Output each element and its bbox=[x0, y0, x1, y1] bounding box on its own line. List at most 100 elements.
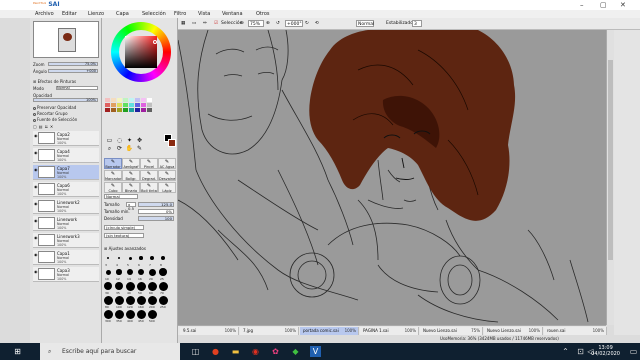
visibility-eye-icon[interactable]: ◉ bbox=[34, 167, 38, 172]
brush-mode-select[interactable]: Normal bbox=[104, 194, 138, 199]
minimize-icon[interactable]: – bbox=[580, 1, 584, 9]
visibility-eye-icon[interactable]: ◉ bbox=[34, 133, 38, 138]
brush-size-preset[interactable] bbox=[125, 295, 135, 305]
eyedropper-icon[interactable]: ✎ bbox=[135, 145, 144, 153]
color-swatch[interactable] bbox=[111, 108, 116, 112]
rotate-tool-icon[interactable]: ⟳ bbox=[115, 145, 124, 153]
color-swatch[interactable] bbox=[135, 98, 140, 102]
brush-size-preset[interactable] bbox=[148, 268, 156, 276]
taskbar-clock[interactable]: 13:09 04/02/2020 bbox=[591, 345, 620, 357]
menu-0[interactable]: Archivo bbox=[35, 11, 54, 17]
lasso-tool-icon[interactable]: ◌ bbox=[115, 137, 124, 145]
rotation-field[interactable]: +000° bbox=[285, 20, 303, 27]
menu-1[interactable]: Editar bbox=[62, 11, 77, 17]
brush-tool-button[interactable]: ✎ AC Agua bbox=[158, 158, 176, 169]
visibility-eye-icon[interactable]: ◉ bbox=[34, 218, 38, 223]
brush-tool-button[interactable]: ✎ Lápiz bbox=[158, 182, 176, 193]
brush-tool-button[interactable]: ✎ Binario bbox=[122, 182, 140, 193]
brush-tool-button[interactable]: ✎ Boli tinta bbox=[140, 182, 158, 193]
deselect-icon[interactable]: ▭ bbox=[192, 20, 196, 27]
layer-opacity-slider[interactable]: 100% bbox=[33, 98, 98, 102]
selection-source-option[interactable]: Fuente de Selección bbox=[33, 117, 77, 122]
brush-tool-button[interactable]: ✎ Cubo bbox=[104, 182, 122, 193]
min-size-slider[interactable]: 0% bbox=[138, 209, 174, 214]
menu-6[interactable]: Vista bbox=[198, 11, 210, 17]
brush-size-preset[interactable] bbox=[105, 269, 111, 275]
brush-size-preset[interactable] bbox=[117, 256, 121, 260]
brush-shape-select[interactable]: (círculo simple) bbox=[104, 225, 144, 230]
color-swatch[interactable] bbox=[123, 108, 128, 112]
file-tab[interactable]: rouen.sai 100% bbox=[544, 327, 607, 335]
color-swatch[interactable] bbox=[117, 103, 122, 107]
zoom-in-icon[interactable]: ⊕ bbox=[266, 20, 270, 27]
visibility-eye-icon[interactable]: ◉ bbox=[34, 150, 38, 155]
menu-2[interactable]: Lienzo bbox=[88, 11, 104, 17]
brush-size-preset[interactable] bbox=[139, 256, 143, 260]
system-tray-icons[interactable]: ⌃ bbox=[560, 346, 571, 357]
notifications-icon[interactable]: ▭ bbox=[628, 346, 639, 357]
color-swatch[interactable] bbox=[105, 108, 110, 112]
layer-row[interactable]: ◉ Lineswork Normal 100% bbox=[33, 216, 99, 231]
brush-tool-button[interactable]: ✎ Pincel bbox=[140, 158, 158, 169]
layer-row[interactable]: ◉ Capa3 Normal 100% bbox=[33, 267, 99, 282]
brush-size-preset[interactable] bbox=[150, 256, 154, 260]
layer-row[interactable]: ◉ Capa2 Normal 100% bbox=[33, 131, 99, 146]
brush-size-preset[interactable] bbox=[136, 295, 146, 305]
menu-3[interactable]: Capa bbox=[116, 11, 129, 17]
color-swatch[interactable] bbox=[141, 108, 146, 112]
rotate-left-icon[interactable]: ↺ bbox=[276, 20, 280, 27]
layer-row[interactable]: ◉ Capa1 Normal 100% bbox=[33, 250, 99, 265]
brush-size-preset[interactable] bbox=[158, 281, 168, 291]
layer-row[interactable]: ◉ Lineswork2 Normal 100% bbox=[33, 199, 99, 214]
file-tab[interactable]: portada comic.sai 100% bbox=[300, 327, 359, 335]
brush-size-preset[interactable] bbox=[104, 282, 112, 290]
visibility-eye-icon[interactable]: ◉ bbox=[34, 252, 38, 257]
color-swatch[interactable] bbox=[135, 108, 140, 112]
swatch-palette[interactable] bbox=[105, 98, 163, 122]
brush-tool-button[interactable]: ✎ Aerógraf bbox=[122, 158, 140, 169]
brush-size-preset[interactable] bbox=[147, 309, 157, 319]
delete-layer-icon[interactable]: ✕ bbox=[50, 124, 55, 129]
brush-size-preset[interactable] bbox=[136, 309, 146, 319]
color-swatch[interactable] bbox=[129, 98, 134, 102]
secondary-color-swatch[interactable] bbox=[168, 139, 176, 147]
file-tab[interactable]: 9.5.sai 100% bbox=[180, 327, 239, 335]
file-explorer-icon[interactable]: ▬ bbox=[230, 346, 241, 357]
brush-size-preset[interactable] bbox=[159, 268, 167, 276]
color-swatch[interactable] bbox=[147, 98, 152, 102]
brush-size-preset[interactable] bbox=[147, 281, 157, 291]
zoom-tool-icon[interactable]: ⌕ bbox=[105, 145, 114, 153]
brush-size-preset[interactable] bbox=[114, 309, 124, 319]
scrollbar-thumb[interactable] bbox=[608, 60, 613, 260]
brush-size-preset[interactable] bbox=[158, 295, 168, 305]
stabilizer-select[interactable]: 3 bbox=[412, 20, 422, 27]
color-swatch[interactable] bbox=[105, 103, 110, 107]
file-tab[interactable]: 7.jpg 100% bbox=[240, 327, 299, 335]
flip-icon[interactable]: ⇔ bbox=[203, 20, 207, 27]
color-swatch[interactable] bbox=[117, 108, 122, 112]
color-swatch[interactable] bbox=[111, 103, 116, 107]
angle-slider[interactable]: +000 bbox=[48, 69, 98, 73]
color-swatch[interactable] bbox=[105, 98, 110, 102]
task-view-icon[interactable]: ◫ bbox=[190, 346, 201, 357]
brush-tool-button[interactable]: ✎ Bolígr. bbox=[122, 170, 140, 181]
selection-tool-icon[interactable]: ▭ bbox=[105, 137, 114, 145]
color-swatch[interactable] bbox=[141, 103, 146, 107]
brush-size-preset[interactable] bbox=[137, 268, 145, 276]
hand-tool-icon[interactable]: ✋ bbox=[125, 145, 134, 153]
zoom-level-field[interactable]: 75% bbox=[248, 20, 264, 27]
taskbar-search[interactable]: ⌕ Escribe aquí para buscar bbox=[40, 343, 180, 360]
clip-group-option[interactable]: Recortar Grupo bbox=[33, 111, 68, 116]
brush-size-preset[interactable] bbox=[128, 256, 132, 260]
zoom-out-icon[interactable]: ⊖ bbox=[240, 20, 244, 27]
brush-size-preset[interactable] bbox=[103, 295, 113, 305]
layer-row[interactable]: ◉ Lineswork3 Normal 100% bbox=[33, 233, 99, 248]
color-wheel[interactable] bbox=[111, 22, 171, 82]
color-swatch[interactable] bbox=[147, 108, 152, 112]
brush-size-preset[interactable] bbox=[125, 309, 135, 319]
brush-tool-button[interactable]: ✎ Marcador bbox=[104, 170, 122, 181]
app-icon-1[interactable]: ● bbox=[210, 346, 221, 357]
close-icon[interactable]: ✕ bbox=[620, 1, 626, 9]
selection-checkbox-icon[interactable]: ☑ bbox=[214, 20, 218, 27]
menu-8[interactable]: Otros bbox=[256, 11, 270, 17]
